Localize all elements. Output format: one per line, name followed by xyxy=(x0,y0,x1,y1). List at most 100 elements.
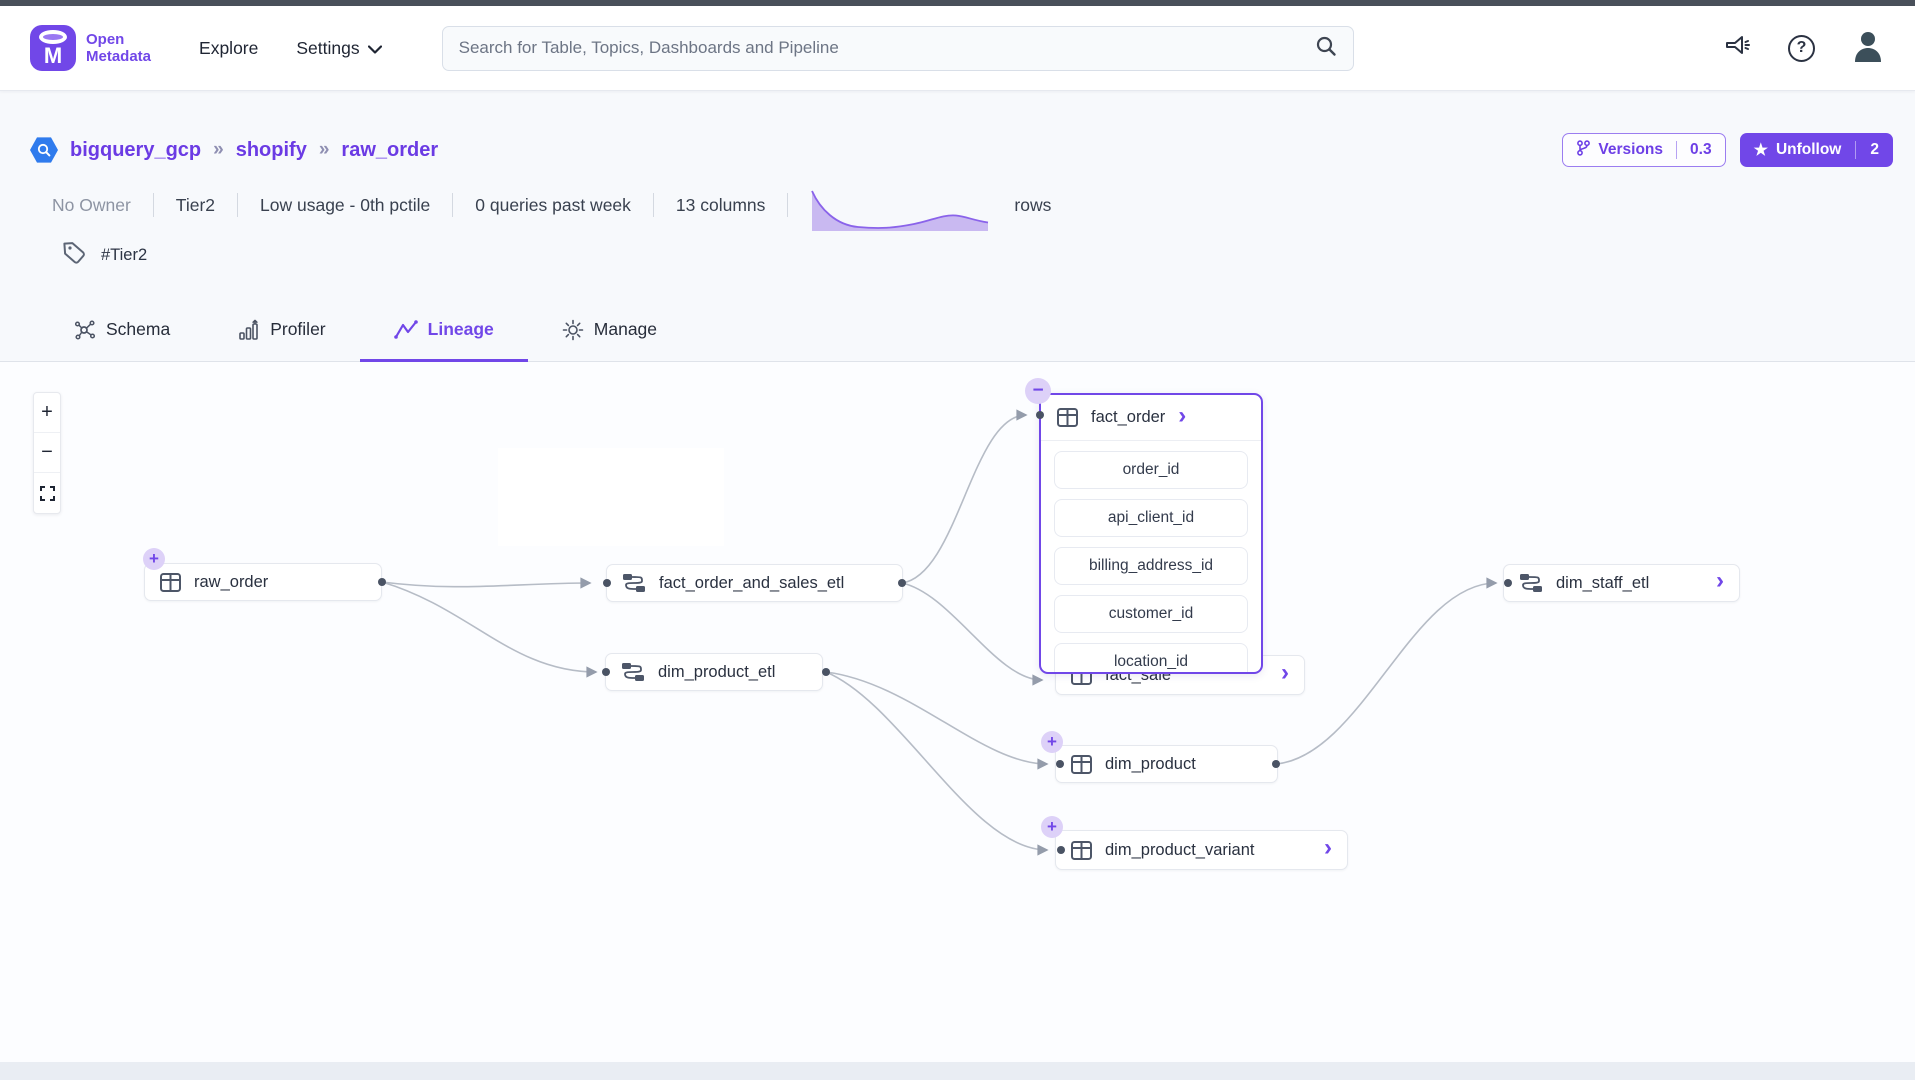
breadcrumb: bigquery_gcp » shopify » raw_order xyxy=(30,136,438,164)
chevron-down-icon xyxy=(368,38,382,59)
rows-label: rows xyxy=(1014,195,1051,216)
lineage-node-fact-order[interactable]: fact_order › order_id api_client_id bill… xyxy=(1039,393,1263,674)
handle-dim-product-out[interactable] xyxy=(1272,760,1280,768)
divider xyxy=(237,193,238,217)
handle-fact-order-in[interactable] xyxy=(1036,411,1044,419)
announcement-icon[interactable] xyxy=(1724,33,1752,64)
tab-lineage-label: Lineage xyxy=(428,319,494,340)
tab-profiler-label: Profiler xyxy=(270,319,325,340)
expand-columns-button[interactable]: + xyxy=(1041,731,1063,753)
blank-overlay xyxy=(498,448,724,546)
help-icon[interactable]: ? xyxy=(1788,35,1815,62)
nav-settings[interactable]: Settings xyxy=(296,38,381,59)
gear-icon xyxy=(562,319,584,341)
table-icon xyxy=(160,573,181,592)
handle-dim-product-variant-in[interactable] xyxy=(1057,846,1065,854)
pipeline-icon xyxy=(622,573,646,593)
queries-label: 0 queries past week xyxy=(475,195,631,216)
branch-icon xyxy=(1576,140,1591,161)
column-chip[interactable]: customer_id xyxy=(1054,595,1248,633)
table-icon xyxy=(1071,841,1092,860)
breadcrumb-table[interactable]: raw_order xyxy=(341,139,438,162)
handle-dim-staff-etl-in[interactable] xyxy=(1504,579,1512,587)
lineage-node-dim-staff-etl[interactable]: dim_staff_etl › xyxy=(1503,564,1740,602)
table-meta-summary: No Owner Tier2 Low usage - 0th pctile 0 … xyxy=(52,180,1051,230)
owner-label[interactable]: No Owner xyxy=(52,195,131,216)
follower-count: 2 xyxy=(1855,141,1893,159)
tab-schema[interactable]: Schema xyxy=(40,300,204,362)
lineage-canvas[interactable]: + − raw_order + fact_order_and_sales_etl… xyxy=(0,362,1915,1062)
breadcrumb-database[interactable]: shopify xyxy=(236,139,307,162)
tab-lineage[interactable]: Lineage xyxy=(360,300,528,362)
tag-tier2[interactable]: #Tier2 xyxy=(101,246,147,265)
lineage-node-dim-product[interactable]: dim_product xyxy=(1055,745,1278,783)
expand-upstream-button[interactable]: + xyxy=(143,548,165,570)
expand-columns-button[interactable]: + xyxy=(1041,816,1063,838)
versions-button[interactable]: Versions 0.3 xyxy=(1562,133,1725,167)
nav-explore[interactable]: Explore xyxy=(199,38,258,59)
node-label: dim_staff_etl xyxy=(1556,574,1703,593)
column-chip[interactable]: location_id xyxy=(1054,643,1248,674)
chevron-right-icon[interactable]: › xyxy=(1716,569,1724,593)
handle-dim-product-etl-out[interactable] xyxy=(822,668,830,676)
versions-label: Versions xyxy=(1598,141,1663,159)
tab-profiler[interactable]: Profiler xyxy=(204,300,359,362)
bigquery-service-icon xyxy=(30,136,58,164)
handle-dim-product-etl-in[interactable] xyxy=(602,668,610,676)
pipeline-icon xyxy=(621,662,645,682)
handle-raw-order-out[interactable] xyxy=(378,578,386,586)
openmetadata-logo[interactable]: M Open Metadata xyxy=(30,25,151,71)
usage-label: Low usage - 0th pctile xyxy=(260,195,430,216)
divider xyxy=(653,193,654,217)
column-chip[interactable]: billing_address_id xyxy=(1054,547,1248,585)
zoom-in-button[interactable]: + xyxy=(34,393,60,433)
handle-fact-order-and-sales-etl-in[interactable] xyxy=(603,579,611,587)
breadcrumb-service[interactable]: bigquery_gcp xyxy=(70,139,201,162)
fact-order-header[interactable]: fact_order › xyxy=(1041,395,1261,441)
search-input[interactable] xyxy=(459,38,1315,58)
chevron-right-icon[interactable]: › xyxy=(1281,661,1289,685)
avatar[interactable] xyxy=(1851,29,1885,68)
entity-tabs: Schema Profiler Lineage Manage xyxy=(0,300,1915,362)
lineage-icon xyxy=(394,319,418,341)
chevron-right-icon[interactable]: › xyxy=(1324,836,1332,860)
node-label: dim_product xyxy=(1105,755,1196,774)
tab-manage[interactable]: Manage xyxy=(528,300,691,362)
column-chip[interactable]: order_id xyxy=(1054,451,1248,489)
logo-text: Open Metadata xyxy=(86,31,151,66)
table-icon xyxy=(1057,408,1078,427)
handle-dim-product-in[interactable] xyxy=(1056,760,1064,768)
lineage-node-fact-order-and-sales-etl[interactable]: fact_order_and_sales_etl xyxy=(606,564,903,602)
search-icon[interactable] xyxy=(1315,35,1337,62)
lineage-node-dim-product-variant[interactable]: dim_product_variant › xyxy=(1055,830,1348,870)
unfollow-button[interactable]: ★ Unfollow 2 xyxy=(1740,133,1893,167)
canvas-zoom-controls: + − xyxy=(33,392,61,514)
breadcrumb-separator: » xyxy=(319,139,330,161)
tag-icon xyxy=(62,240,87,270)
openmetadata-logo-icon: M xyxy=(30,25,76,71)
column-chip[interactable]: api_client_id xyxy=(1054,499,1248,537)
rows-sparkline-chart xyxy=(810,187,992,238)
tier-label: Tier2 xyxy=(176,195,215,216)
schema-icon xyxy=(74,319,96,341)
collapse-columns-button[interactable]: − xyxy=(1025,378,1051,404)
divider xyxy=(787,193,788,217)
breadcrumb-separator: » xyxy=(213,139,224,161)
profiler-icon xyxy=(238,319,260,341)
fact-order-columns: order_id api_client_id billing_address_i… xyxy=(1041,441,1261,674)
lineage-node-dim-product-etl[interactable]: dim_product_etl xyxy=(605,653,823,691)
unfollow-label: Unfollow xyxy=(1776,141,1841,159)
node-label: dim_product_etl xyxy=(658,663,775,682)
global-search-bar[interactable] xyxy=(442,26,1354,71)
node-label: fact_order_and_sales_etl xyxy=(659,574,844,593)
page-bottom-edge xyxy=(0,1062,1915,1080)
node-label: fact_order xyxy=(1091,408,1165,427)
chevron-right-icon[interactable]: › xyxy=(1178,404,1186,428)
zoom-out-button[interactable]: − xyxy=(34,433,60,473)
top-navbar: M Open Metadata Explore Settings ? xyxy=(0,6,1915,91)
handle-fact-order-and-sales-etl-out[interactable] xyxy=(898,579,906,587)
node-label: raw_order xyxy=(194,573,268,592)
table-icon xyxy=(1071,755,1092,774)
lineage-node-raw-order[interactable]: raw_order xyxy=(144,563,382,601)
fit-view-button[interactable] xyxy=(34,473,60,513)
